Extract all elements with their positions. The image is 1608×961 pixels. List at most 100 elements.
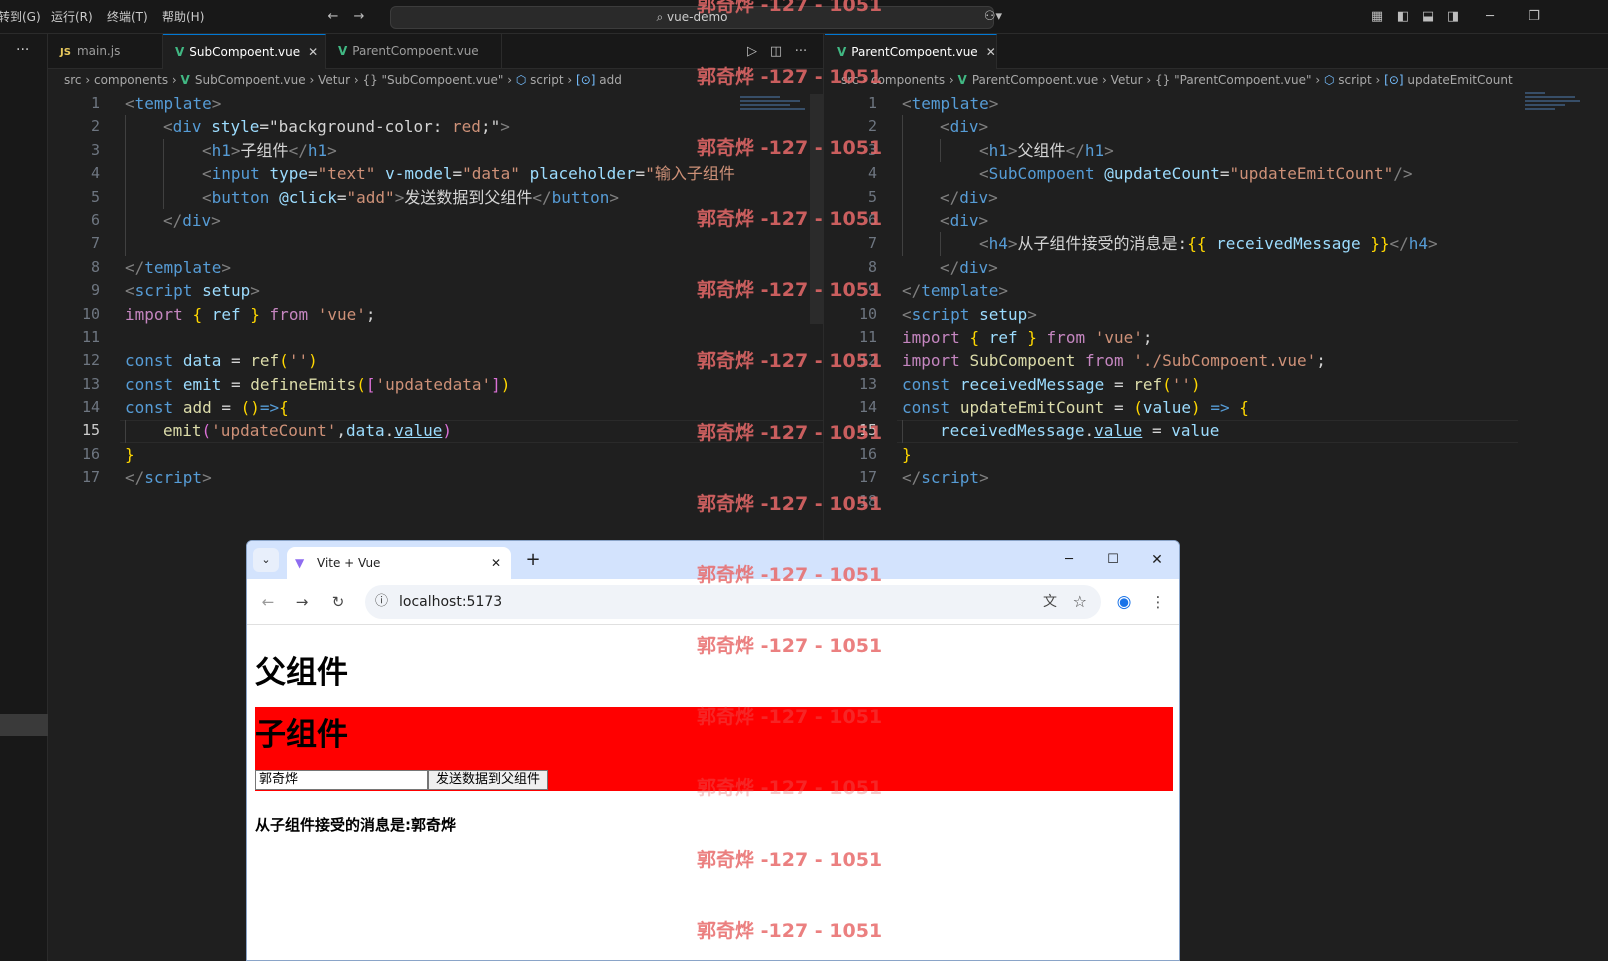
profile-icon[interactable]: ◉ (1111, 585, 1137, 619)
send-to-parent-button[interactable]: 发送数据到父组件 (428, 770, 548, 790)
crumb[interactable]: {} "ParentCompoent.vue" (1155, 73, 1312, 87)
close-window-icon[interactable]: ✕ (1145, 547, 1169, 573)
code-line: 9 <script setup> (90, 281, 260, 301)
crumb[interactable]: ParentCompoent.vue (972, 73, 1098, 87)
breadcrumb-left: src › components › V SubCompoent.vue › Ve… (64, 73, 622, 87)
code-line: 16} (81, 444, 135, 464)
split-editor-icon[interactable]: ◫ (766, 34, 786, 69)
code-line: 11 import { ref } from 'vue'; (858, 327, 1153, 347)
more-icon[interactable]: ··· (16, 42, 29, 58)
bookmark-star-icon[interactable]: ☆ (1073, 585, 1087, 619)
crumb[interactable]: src (841, 73, 859, 87)
minimize-icon[interactable]: ─ (1057, 547, 1081, 573)
code-line: 5 <button @click="add">发送数据到父组件</button> (90, 187, 620, 207)
code-line: 15 emit('updateCount',data.value) (81, 421, 453, 441)
translate-icon[interactable]: 文 (1043, 585, 1057, 619)
code-line: 10 import { ref } from 'vue'; (81, 304, 376, 324)
tab-search-icon[interactable]: ⌄ (253, 548, 279, 572)
minimap[interactable] (1525, 90, 1585, 150)
menu-run[interactable]: 运行(R) (51, 0, 93, 34)
code-line: 12 import SubCompoent from './SubCompoent… (858, 351, 1326, 371)
code-line: 17 </script> (81, 468, 212, 488)
command-center-text: vue-demo (667, 10, 728, 24)
code-line: 4 <input type="text" v-model="data" place… (90, 164, 735, 184)
tab-bar-right: V ParentCompoent.vue ✕ (825, 34, 1608, 69)
variable-icon: [⊙] (576, 73, 596, 87)
minimap[interactable] (740, 94, 810, 154)
crumb[interactable]: script (1338, 73, 1371, 87)
menu-terminal[interactable]: 终端(T) (107, 0, 148, 34)
tab-bar-left: JS main.js V SubCompoent.vue ✕ V ParentCompo… (48, 34, 823, 69)
forward-arrow-icon[interactable]: → (348, 0, 370, 34)
code-line: 2 <div> (867, 117, 989, 137)
symbol-icon: ⬡ (515, 73, 527, 87)
toggle-panel-icon[interactable]: ⬓ (1419, 0, 1437, 34)
crumb[interactable]: src (64, 73, 82, 87)
url-text: localhost:5173 (399, 594, 503, 610)
tab-parentcompoent-right[interactable]: V ParentCompoent.vue ✕ (825, 34, 997, 69)
code-line: 17 </script> (858, 468, 989, 488)
code-line: 2 <div style="background-color: red;"> (90, 117, 510, 137)
close-tab-icon[interactable]: ✕ (491, 547, 501, 579)
code-line: 13 const emit = defineEmits(['updatedata'… (81, 374, 511, 394)
browser-window: ⌄ ▼ Vite + Vue ✕ + ─ ☐ ✕ ← → ↻ ⓘ localho… (246, 540, 1180, 961)
minimize-icon[interactable]: ─ (1480, 0, 1500, 34)
customize-layout-icon[interactable]: ▦ (1368, 0, 1386, 34)
crumb[interactable]: components (94, 73, 168, 87)
code-line: 7 (90, 234, 100, 253)
browser-menu-icon[interactable]: ⋮ (1145, 585, 1171, 619)
crumb[interactable]: components (871, 73, 945, 87)
code-line: 4 <SubCompoent @updateCount="updateEmitCo… (867, 164, 1413, 184)
received-message: 从子组件接受的消息是:郭奇烨 (255, 816, 456, 834)
new-tab-icon[interactable]: + (521, 547, 545, 573)
crumb[interactable]: Vetur (1111, 73, 1143, 87)
menu-help[interactable]: 帮助(H) (162, 0, 204, 34)
maximize-icon[interactable]: ☐ (1101, 547, 1125, 573)
toggle-secondary-sidebar-icon[interactable]: ◨ (1444, 0, 1462, 34)
crumb[interactable]: updateEmitCount (1407, 73, 1512, 87)
close-icon[interactable]: ✕ (308, 45, 318, 59)
address-bar[interactable]: ⓘ localhost:5173 文 ☆ (365, 585, 1101, 619)
back-arrow-icon[interactable]: ← (322, 0, 344, 34)
child-heading: 子组件 (255, 717, 348, 753)
code-line: 7 <h4>从子组件接受的消息是:{{ receivedMessage }}</h… (867, 234, 1438, 254)
scrollbar[interactable] (810, 94, 824, 324)
variable-icon: [⊙] (1384, 73, 1404, 87)
close-icon[interactable]: ✕ (986, 45, 996, 59)
site-info-icon[interactable]: ⓘ (375, 585, 388, 619)
restore-icon[interactable]: ❐ (1524, 0, 1544, 34)
vite-icon: ▼ (295, 556, 305, 570)
tab-label: SubCompoent.vue (189, 45, 301, 59)
code-line: 18 (858, 491, 877, 510)
code-line: 11 (81, 327, 100, 346)
vue-icon: V (180, 73, 190, 87)
toggle-sidebar-icon[interactable]: ◧ (1394, 0, 1412, 34)
tab-subcompoent[interactable]: V SubCompoent.vue ✕ (163, 34, 326, 69)
forward-icon[interactable]: → (289, 585, 315, 619)
code-line: 14 const updateEmitCount = (value) => { (858, 398, 1249, 418)
vue-icon: V (957, 73, 967, 87)
crumb[interactable]: SubCompoent.vue (195, 73, 306, 87)
child-text-input[interactable]: 郭奇烨 (255, 770, 428, 790)
tab-main-js[interactable]: JS main.js (48, 34, 163, 69)
vue-icon: V (175, 45, 185, 59)
crumb[interactable]: script (530, 73, 563, 87)
code-line: 15 receivedMessage.value = value (858, 421, 1220, 441)
browser-tab[interactable]: ▼ Vite + Vue ✕ (287, 547, 511, 579)
run-icon[interactable]: ▷ (742, 34, 762, 69)
more-actions-icon[interactable]: ··· (790, 34, 812, 69)
menu-goto[interactable]: 转到(G) (0, 0, 41, 34)
crumb[interactable]: Vetur (318, 73, 350, 87)
crumb[interactable]: add (599, 73, 622, 87)
crumb[interactable]: {} "SubCompoent.vue" (362, 73, 503, 87)
code-line: 16} (858, 444, 912, 464)
command-center[interactable]: ⌕ vue-demo (390, 6, 994, 29)
back-icon[interactable]: ← (255, 585, 281, 619)
copilot-icon[interactable]: ⚇▾ (978, 0, 1008, 34)
browser-tab-strip: ⌄ ▼ Vite + Vue ✕ + ─ ☐ ✕ (247, 541, 1179, 579)
js-icon: JS (60, 47, 71, 58)
parent-heading: 父组件 (255, 655, 348, 691)
child-component-box: 子组件 郭奇烨 发送数据到父组件 (255, 707, 1173, 791)
reload-icon[interactable]: ↻ (325, 585, 351, 619)
tab-parentcompoent[interactable]: V ParentCompoent.vue (326, 34, 502, 69)
